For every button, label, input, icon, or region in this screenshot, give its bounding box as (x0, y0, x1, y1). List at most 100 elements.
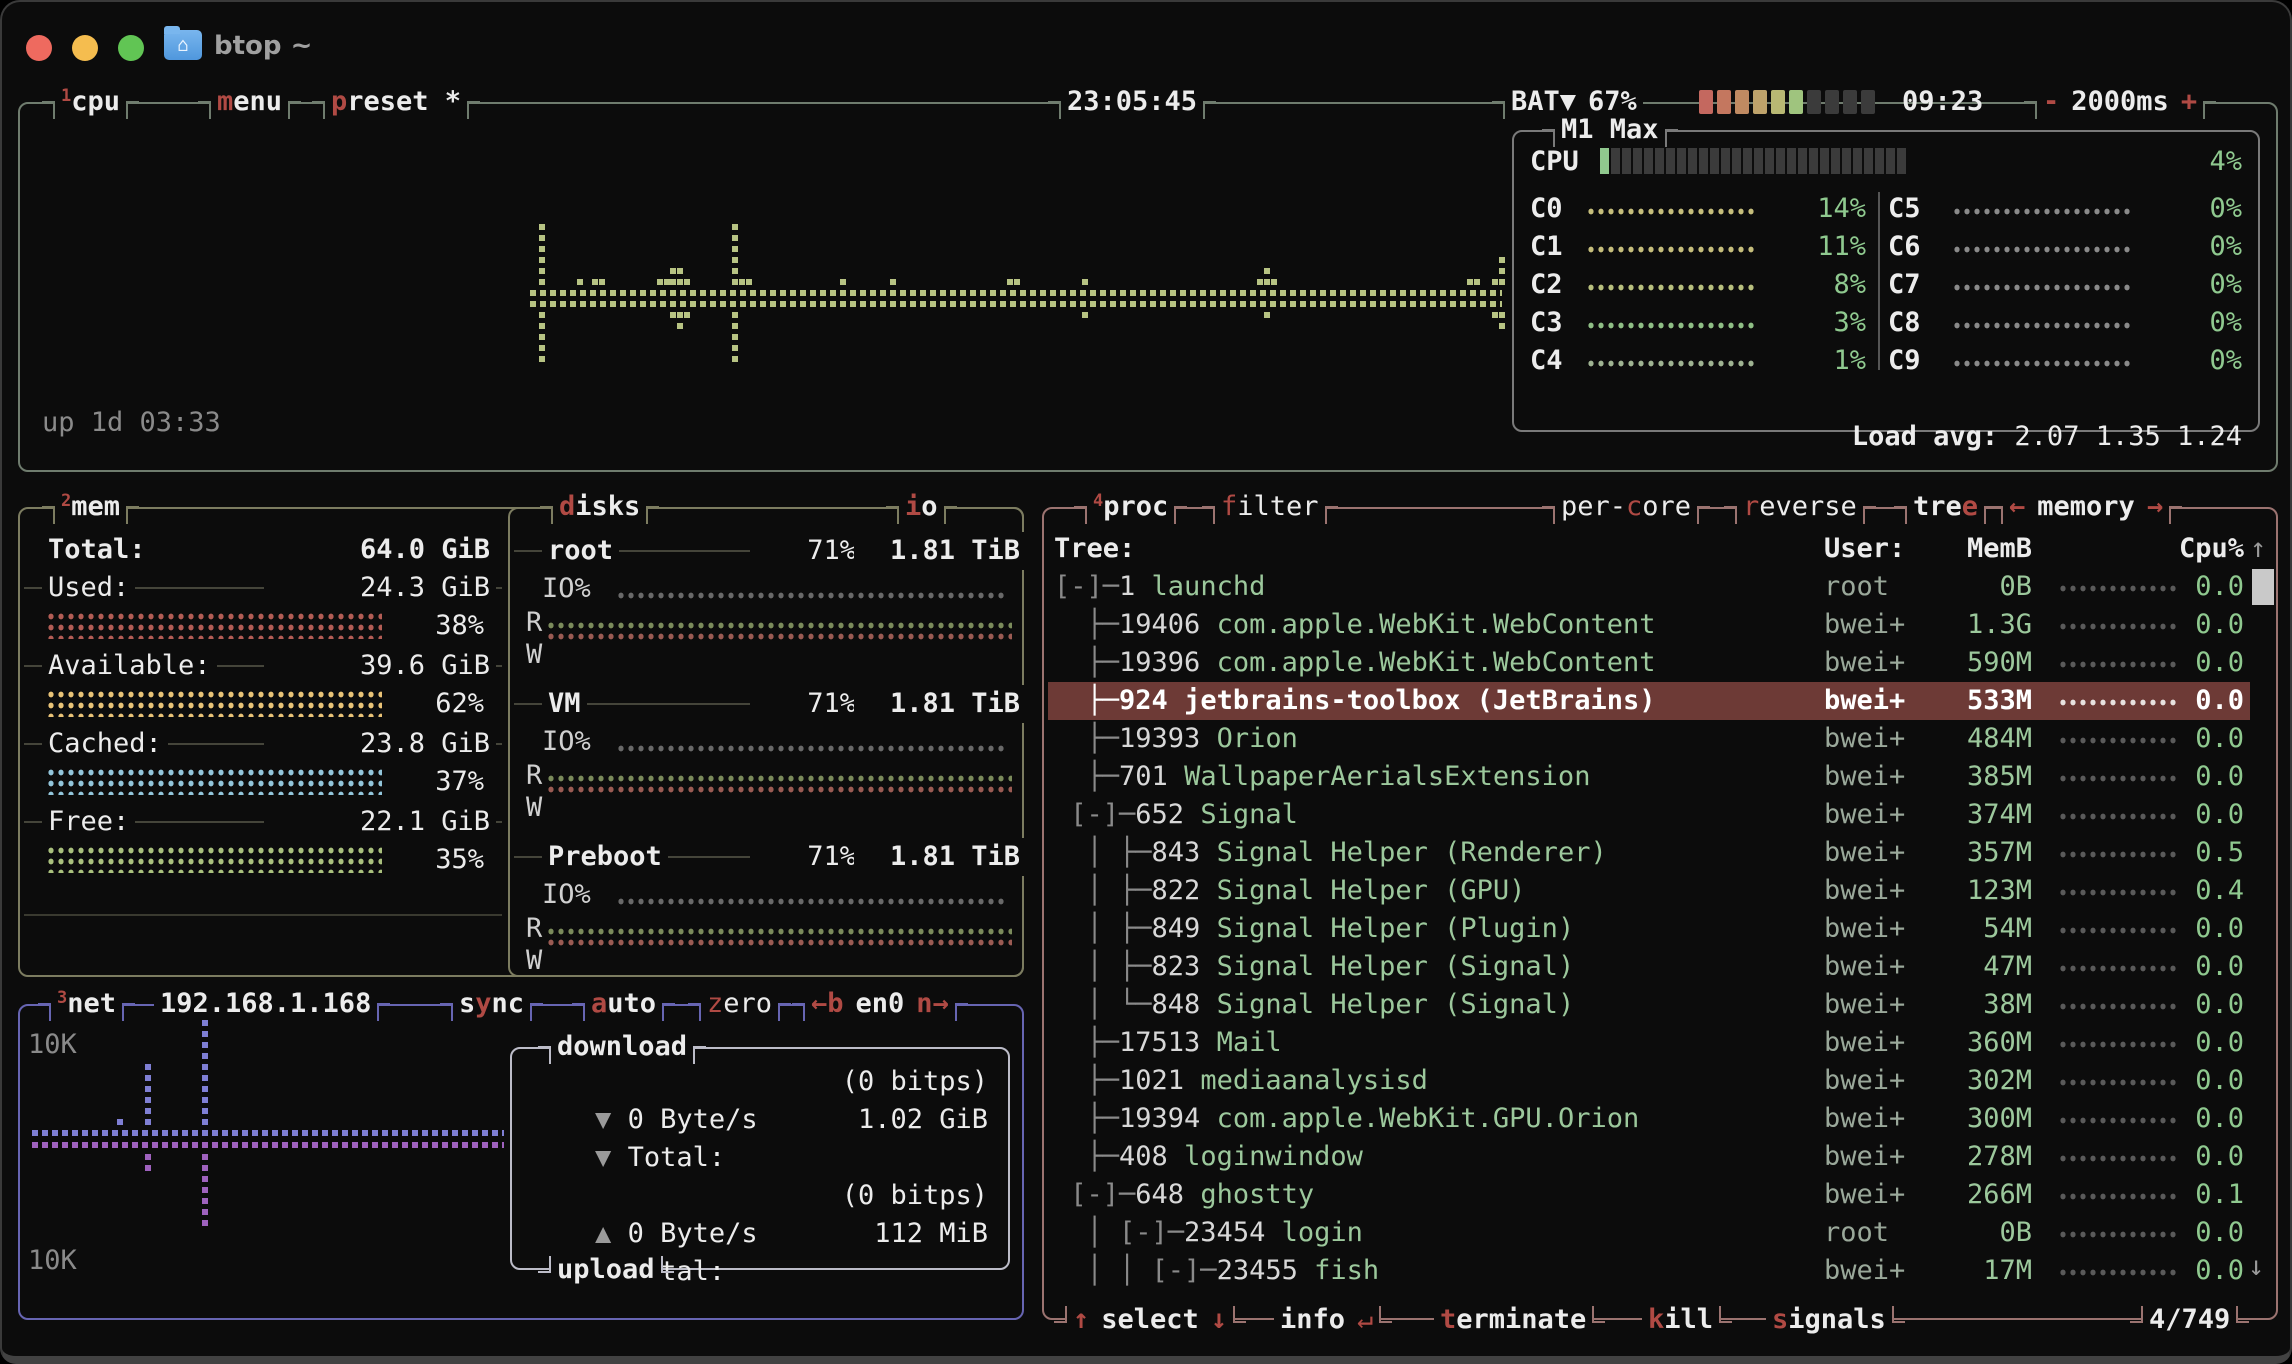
disks-panel-label[interactable]: disks (553, 488, 646, 526)
auto-label[interactable]: auto (585, 985, 662, 1023)
mem-row-value: 22.1 GiB (264, 803, 496, 841)
terminate-button[interactable]: terminate (1434, 1301, 1605, 1339)
cpu-panel-title[interactable]: 1cpu (42, 83, 139, 121)
process-cpu: 0.0 (2188, 1100, 2244, 1138)
cpu-graph-spike (577, 279, 583, 290)
core-label: C5 (1888, 190, 1921, 228)
reverse-label[interactable]: reverse (1737, 488, 1863, 526)
process-cpu-graph (2058, 811, 2176, 820)
process-name: com.apple.WebKit.GPU.Orion (1217, 1100, 1640, 1138)
next-interface-button[interactable]: n→ (910, 985, 955, 1023)
border-stub (440, 1003, 453, 1021)
process-row[interactable]: ├─19394 com.apple.WebKit.GPU.Orionbwei+3… (1048, 1100, 2250, 1138)
process-name: launchd (1152, 568, 1266, 606)
terminate-label[interactable]: terminate (1434, 1301, 1592, 1339)
upload-speed-row: ▲ 0 Byte/s (530, 1177, 758, 1215)
refresh-increase-button[interactable]: + (2175, 83, 2203, 121)
select-label[interactable]: select (1095, 1301, 1205, 1339)
select-down-icon[interactable]: ↓ (1205, 1301, 1233, 1339)
per-core-button[interactable]: per-core (1542, 488, 1710, 526)
column-header-cpu[interactable]: Cpu% (2148, 530, 2244, 568)
process-cpu: 0.0 (2188, 758, 2244, 796)
io-mode-label[interactable]: io (899, 488, 944, 526)
border-stub (1894, 506, 1907, 524)
zoom-button[interactable] (118, 35, 144, 61)
border-stub (1054, 1306, 1067, 1323)
proc-panel-title[interactable]: 4proc (1074, 488, 1187, 526)
process-row[interactable]: [-]─652 Signalbwei+374M0.0 (1048, 796, 2250, 834)
process-row[interactable]: │ ├─823 Signal Helper (Signal)bwei+47M0.… (1048, 948, 2250, 986)
core-usage-graph (1952, 320, 2132, 329)
filter-label[interactable]: filter (1215, 488, 1325, 526)
scroll-down-icon[interactable]: ↓ (2248, 1248, 2264, 1286)
disks-panel-title[interactable]: disks (540, 488, 659, 526)
info-label[interactable]: info (1274, 1301, 1351, 1339)
process-row[interactable]: ├─924 jetbrains-toolbox (JetBrains)bwei+… (1048, 682, 2250, 720)
process-mem: 360M (1908, 1024, 2032, 1062)
process-mem: 278M (1908, 1138, 2032, 1176)
process-row[interactable]: ├─19396 com.apple.WebKit.WebContentbwei+… (1048, 644, 2250, 682)
column-header-user[interactable]: User: (1824, 530, 1905, 568)
filter-button[interactable]: filter (1202, 488, 1338, 526)
border-stub (792, 1003, 805, 1021)
process-row[interactable]: │ ├─822 Signal Helper (GPU)bwei+123M0.4 (1048, 872, 2250, 910)
process-row[interactable]: [-]─1 launchdroot0B0.0 (1048, 568, 2250, 606)
net-sync-button[interactable]: sync (440, 985, 543, 1023)
process-row[interactable]: │ [-]─23454 loginroot0B0.0 (1048, 1214, 2250, 1252)
disk-name: root (542, 532, 619, 570)
process-row[interactable]: ├─19393 Orionbwei+484M0.0 (1048, 720, 2250, 758)
cpu-graph-spike (1271, 279, 1277, 290)
zero-label[interactable]: zero (701, 985, 778, 1023)
process-row[interactable]: ├─19406 com.apple.WebKit.WebContentbwei+… (1048, 606, 2250, 644)
close-button[interactable] (26, 35, 52, 61)
process-row[interactable]: │ ├─843 Signal Helper (Renderer)bwei+357… (1048, 834, 2250, 872)
cpu-meter-block (1787, 148, 1796, 174)
per-core-label[interactable]: per-core (1555, 488, 1697, 526)
menu-button[interactable]: menu (198, 83, 301, 121)
sort-prev-button[interactable]: ← (2003, 488, 2031, 526)
refresh-decrease-button[interactable]: - (2037, 83, 2065, 121)
preset-button[interactable]: preset * (312, 83, 480, 121)
refresh-rate-control[interactable]: - 2000ms + (2024, 83, 2216, 121)
kill-button[interactable]: kill (1642, 1301, 1732, 1339)
info-button[interactable]: info ↵ (1274, 1301, 1392, 1339)
net-auto-button[interactable]: auto (572, 985, 675, 1023)
preset-label[interactable]: preset * (325, 83, 467, 121)
select-control[interactable]: ↑ select ↓ (1054, 1301, 1246, 1339)
label-text: uto (607, 988, 656, 1019)
kill-label[interactable]: kill (1642, 1301, 1719, 1339)
reverse-button[interactable]: reverse (1724, 488, 1876, 526)
process-row[interactable]: │ └─848 Signal Helper (Signal)bwei+38M0.… (1048, 986, 2250, 1024)
column-header-tree[interactable]: Tree: (1054, 530, 1135, 568)
signals-button[interactable]: signals (1766, 1301, 1905, 1339)
net-zero-button[interactable]: zero (688, 985, 791, 1023)
process-cpu: 0.0 (2188, 1252, 2244, 1290)
signals-label[interactable]: signals (1766, 1301, 1892, 1339)
process-row[interactable]: [-]─648 ghosttybwei+266M0.1 (1048, 1176, 2250, 1214)
process-row[interactable]: ├─17513 Mailbwei+360M0.0 (1048, 1024, 2250, 1062)
io-mode-button[interactable]: io (886, 488, 957, 526)
sync-label[interactable]: sync (453, 985, 530, 1023)
process-row[interactable]: │ ├─849 Signal Helper (Plugin)bwei+54M0.… (1048, 910, 2250, 948)
process-row[interactable]: ├─1021 mediaanalysisdbwei+302M0.0 (1048, 1062, 2250, 1100)
net-panel-title[interactable]: 3net (38, 985, 135, 1023)
column-header-mem[interactable]: MemB (1908, 530, 2032, 568)
process-command: │ ├─823 Signal Helper (Signal) (1054, 948, 1574, 986)
mem-panel-title[interactable]: 2mem (42, 488, 139, 526)
sort-field-switcher[interactable]: ← memory → (1990, 488, 2182, 526)
process-command: [-]─648 ghostty (1054, 1176, 1314, 1214)
process-row[interactable]: │ │ [-]─23455 fishbwei+17M0.0 (1048, 1252, 2250, 1290)
menu-label[interactable]: menu (211, 83, 288, 121)
process-row[interactable]: ├─701 WallpaperAerialsExtensionbwei+385M… (1048, 758, 2250, 796)
net-interface-switcher[interactable]: ←b en0 n→ (792, 985, 968, 1023)
tree-label[interactable]: tree (1907, 488, 1984, 526)
select-up-icon[interactable]: ↑ (1067, 1301, 1095, 1339)
prev-interface-button[interactable]: ←b (805, 985, 850, 1023)
tree-button[interactable]: tree (1894, 488, 1997, 526)
process-row[interactable]: ├─408 loginwindowbwei+278M0.0 (1048, 1138, 2250, 1176)
sort-next-button[interactable]: → (2141, 488, 2169, 526)
cpu-graph-spike (677, 268, 683, 290)
minimize-button[interactable] (72, 35, 98, 61)
scrollbar-thumb[interactable] (2252, 569, 2274, 605)
process-tree-prefix: │ └─ (1054, 986, 1152, 1024)
